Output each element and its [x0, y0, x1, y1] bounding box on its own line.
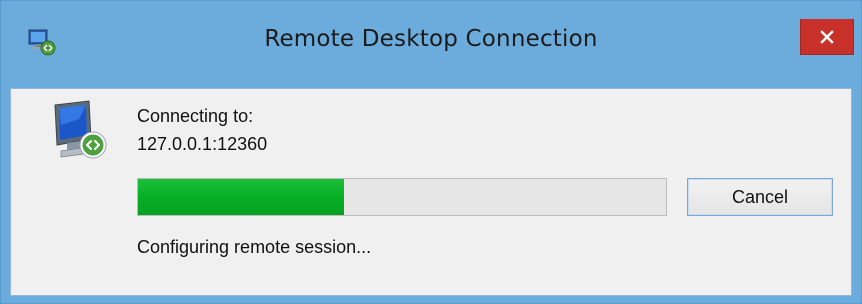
window-title: Remote Desktop Connection [264, 26, 598, 52]
close-icon [820, 29, 834, 44]
dialog-body: Connecting to: 127.0.0.1:12360 Cancel Co… [10, 88, 852, 296]
close-button[interactable] [800, 19, 854, 55]
remote-desktop-monitor-icon [49, 99, 113, 163]
cancel-button[interactable]: Cancel [687, 178, 833, 216]
connection-progress-bar [137, 178, 667, 216]
remote-desktop-window: Remote Desktop Connection Connecting to:… [0, 0, 862, 304]
progress-fill [138, 179, 344, 215]
connecting-to-label: Connecting to: [137, 106, 254, 126]
title-bar[interactable]: Remote Desktop Connection [1, 1, 861, 88]
status-message: Configuring remote session... [137, 237, 372, 257]
remote-address: 127.0.0.1:12360 [137, 134, 268, 154]
